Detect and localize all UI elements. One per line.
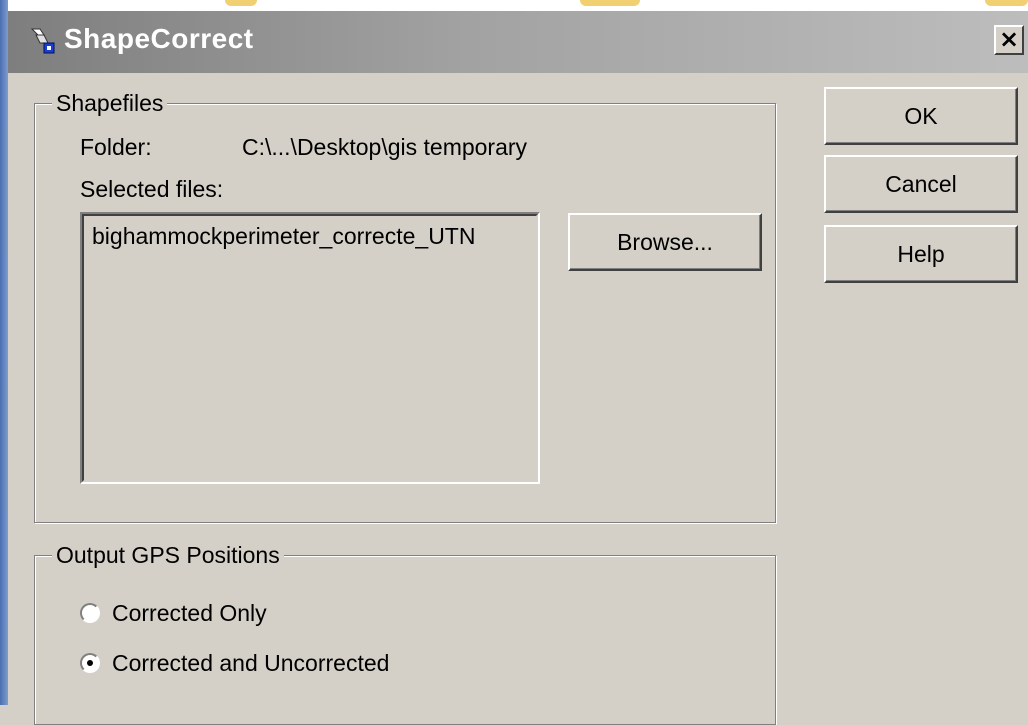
output-gps-positions-label: Output GPS Positions xyxy=(52,541,284,569)
folder-label: Folder: xyxy=(80,134,152,160)
shapefiles-group-label: Shapefiles xyxy=(52,89,168,117)
title-bar[interactable]: ShapeCorrect × xyxy=(8,11,1028,73)
selected-files-list[interactable]: bighammockperimeter_correcte_UTN xyxy=(80,212,540,484)
output-gps-positions-group xyxy=(34,555,776,725)
shapecorrect-dialog: ShapeCorrect × Shapefiles Folder: C:\...… xyxy=(8,10,1028,725)
browse-button[interactable]: Browse... xyxy=(568,213,762,271)
folder-path: C:\...\Desktop\gis temporary xyxy=(242,134,528,160)
radio-selected-dot xyxy=(87,660,93,666)
ok-button[interactable]: OK xyxy=(824,87,1018,145)
cancel-button[interactable]: Cancel xyxy=(824,155,1018,213)
desktop-background xyxy=(0,0,1028,10)
shapecorrect-app-icon xyxy=(30,28,55,54)
desktop-left-edge xyxy=(0,0,8,705)
help-button[interactable]: Help xyxy=(824,225,1018,283)
corrected-only-radio[interactable] xyxy=(80,603,100,623)
corrected-and-uncorrected-label[interactable]: Corrected and Uncorrected xyxy=(112,649,389,677)
close-icon: × xyxy=(998,25,1020,53)
window-title: ShapeCorrect xyxy=(64,23,254,54)
corrected-and-uncorrected-radio[interactable] xyxy=(80,653,100,673)
list-item[interactable]: bighammockperimeter_correcte_UTN xyxy=(92,222,475,250)
close-button[interactable]: × xyxy=(994,25,1024,55)
selected-files-label: Selected files: xyxy=(80,176,224,202)
corrected-only-label[interactable]: Corrected Only xyxy=(112,599,267,627)
